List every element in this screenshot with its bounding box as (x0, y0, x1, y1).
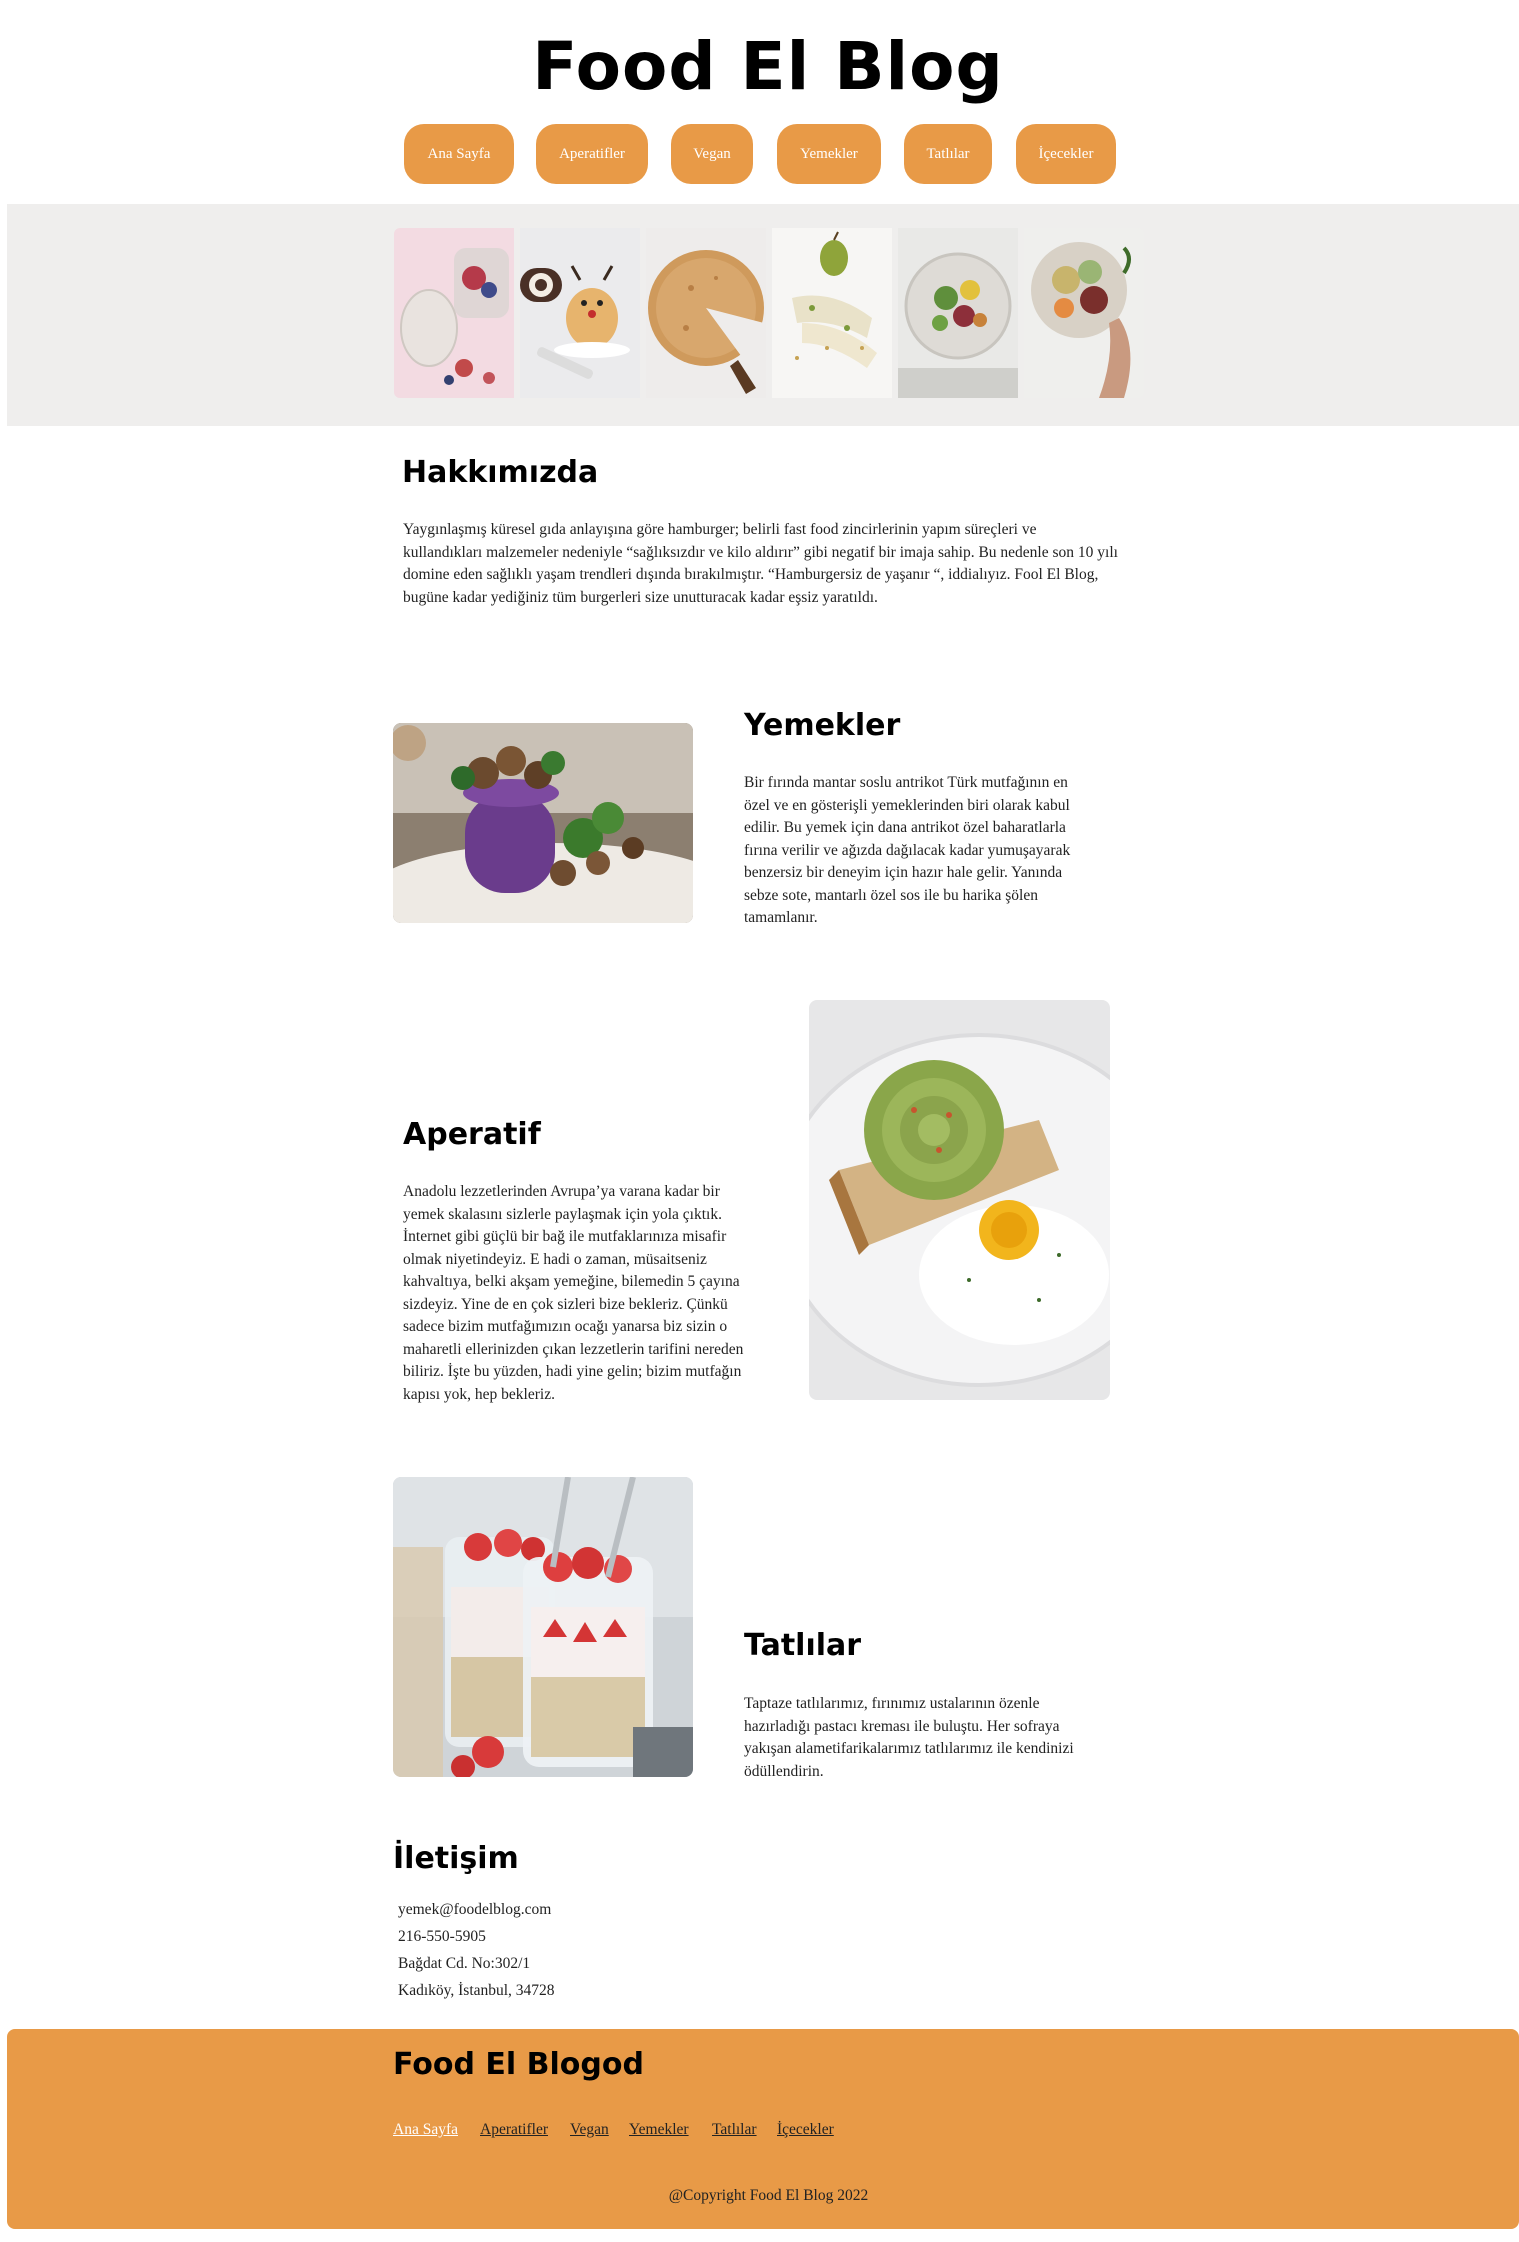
nav-icecekler-button[interactable]: İçecekler (1016, 124, 1116, 184)
yemekler-title: Yemekler (744, 708, 901, 743)
site-title: Food El Blog (532, 28, 1004, 105)
strawberry-oats-jar-photo (393, 1477, 693, 1777)
nav-tatlilar-button[interactable]: Tatlılar (904, 124, 992, 184)
footer-link-yemekler[interactable]: Yemekler (629, 2119, 689, 2141)
nav-ana-sayfa-button[interactable]: Ana Sayfa (404, 124, 514, 184)
footer-link-vegan[interactable]: Vegan (570, 2119, 609, 2141)
aperatif-title: Aperatif (403, 1117, 541, 1152)
photo-gallery (394, 228, 1144, 398)
footer-link-aperatifler[interactable]: Aperatifler (480, 2119, 548, 2141)
salad-bowl-photo (898, 228, 1018, 398)
footer: Food El Blogod Ana Sayfa Aperatifler Veg… (7, 2029, 1519, 2229)
contact-phone: 216-550-5905 (398, 1928, 486, 1945)
footer-link-tatlilar[interactable]: Tatlılar (712, 2119, 757, 2141)
pear-appetizer-photo (772, 228, 892, 398)
purple-puree-mushroom-photo (393, 723, 693, 923)
footer-title: Food El Blogod (393, 2047, 644, 2082)
contact-title: İletişim (393, 1841, 519, 1876)
nav-vegan-button[interactable]: Vegan (671, 124, 753, 184)
copyright-text: @Copyright Food El Blog 2022 (668, 2187, 869, 2204)
nav-yemekler-button[interactable]: Yemekler (777, 124, 881, 184)
footer-link-ana-sayfa[interactable]: Ana Sayfa (393, 2119, 458, 2141)
aperatif-text: Anadolu lezzetlerinden Avrupa’ya varana … (403, 1183, 744, 1403)
reindeer-dessert-photo (520, 228, 640, 398)
about-text: Yaygınlaşmış küresel gıda anlayışına gör… (403, 521, 1118, 606)
main-nav: Ana Sayfa Aperatifler Vegan Yemekler Tat… (0, 124, 1519, 184)
footer-link-icecekler[interactable]: İçecekler (777, 2119, 834, 2141)
contact-address-line2: Kadıköy, İstanbul, 34728 (398, 1982, 555, 1999)
nav-aperatifler-button[interactable]: Aperatifler (536, 124, 648, 184)
grain-bowl-photo (1024, 228, 1144, 398)
tatlilar-title: Tatlılar (744, 1628, 862, 1663)
pie-slice-photo (646, 228, 766, 398)
contact-email: yemek@foodelblog.com (398, 1901, 552, 1918)
about-title: Hakkımızda (402, 455, 599, 490)
contact-address-line1: Bağdat Cd. No:302/1 (398, 1955, 531, 1972)
avocado-rose-toast-photo (809, 1000, 1110, 1400)
berry-jar-photo (394, 228, 514, 398)
yemekler-text: Bir fırında mantar soslu antrikot Türk m… (744, 774, 1071, 926)
tatlilar-text: Taptaze tatlılarımız, fırınımız ustaları… (744, 1695, 1074, 1780)
